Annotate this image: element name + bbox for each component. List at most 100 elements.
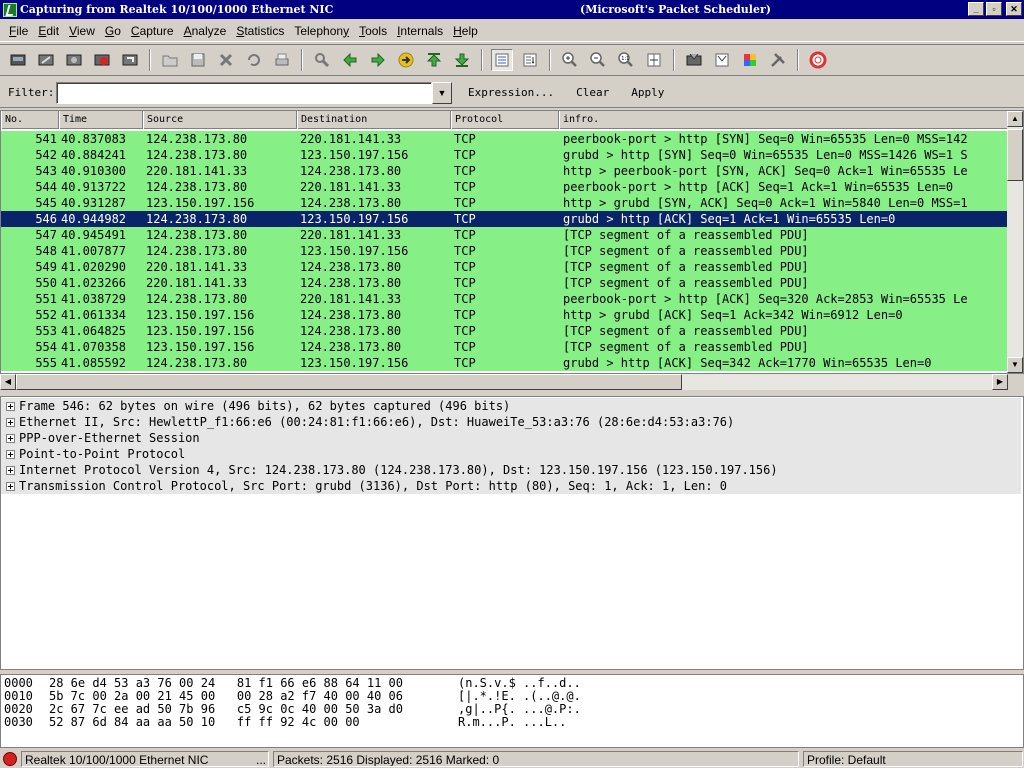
expand-plus-icon[interactable] — [6, 481, 15, 491]
clear-button[interactable]: Clear — [570, 86, 615, 99]
status-bar: Realtek 10/100/1000 Ethernet NIC... Pack… — [0, 750, 1024, 768]
menu-statistics[interactable]: Statistics — [231, 24, 289, 38]
column-header-info[interactable]: infro. — [559, 111, 1009, 129]
packet-row[interactable]: 547 40.945491 124.238.173.80 220.181.141.33… — [1, 227, 1009, 243]
packet-row[interactable]: 541 40.837083 124.238.173.80 220.181.141.33… — [1, 131, 1009, 147]
menu-edit[interactable]: Edit — [33, 24, 64, 38]
packet-list-hscrollbar[interactable]: ◀ ▶ — [0, 374, 1008, 390]
scroll-down-button[interactable]: ▼ — [1007, 357, 1023, 373]
menu-tools[interactable]: Tools — [354, 24, 392, 38]
expand-plus-icon[interactable] — [6, 401, 15, 411]
column-header-protocol[interactable]: Protocol — [451, 111, 559, 129]
packet-row[interactable]: 552 41.061334 123.150.197.156 124.238.173.8… — [1, 307, 1009, 323]
resize-columns-icon[interactable] — [643, 49, 665, 71]
status-profile[interactable]: Profile: Default — [803, 751, 1023, 767]
find-icon[interactable] — [311, 49, 333, 71]
detail-tree-item[interactable]: Ethernet II, Src: HewlettP_f1:66:e6 (00:… — [1, 414, 1021, 430]
hscroll-thumb[interactable] — [16, 374, 682, 390]
close-file-icon[interactable] — [215, 49, 237, 71]
packet-row[interactable]: 548 41.007877 124.238.173.80 123.150.197.15… — [1, 243, 1009, 259]
restart-icon[interactable] — [119, 49, 141, 71]
menu-help[interactable]: Help — [448, 24, 483, 38]
menu-capture[interactable]: Capture — [126, 24, 179, 38]
filter-input[interactable] — [56, 81, 432, 104]
start-icon[interactable] — [63, 49, 85, 71]
packet-row[interactable]: 542 40.884241 124.238.173.80 123.150.197.15… — [1, 147, 1009, 163]
save-icon[interactable] — [187, 49, 209, 71]
scroll-right-button[interactable]: ▶ — [992, 374, 1008, 390]
last-packet-icon[interactable] — [451, 49, 473, 71]
interfaces-icon[interactable] — [7, 49, 29, 71]
detail-tree-item[interactable]: Transmission Control Protocol, Src Port:… — [1, 478, 1021, 494]
display-filters-icon[interactable] — [711, 49, 733, 71]
menu-internals[interactable]: Internals — [392, 24, 448, 38]
open-icon[interactable] — [159, 49, 181, 71]
maximize-button[interactable]: ▫ — [986, 2, 1002, 16]
packet-destination: 123.150.197.156 — [300, 148, 409, 162]
zoom-normal-icon[interactable]: 1:1 — [615, 49, 637, 71]
packet-row[interactable]: 545 40.931287 123.150.197.156 124.238.173.8… — [1, 195, 1009, 211]
options-icon[interactable] — [35, 49, 57, 71]
packet-row[interactable]: 554 41.070358 123.150.197.156 124.238.173.8… — [1, 339, 1009, 355]
packet-row[interactable]: 543 40.910300 220.181.141.33 124.238.173.80… — [1, 163, 1009, 179]
menu-analyze[interactable]: Analyze — [179, 24, 232, 38]
vscroll-thumb[interactable] — [1007, 129, 1023, 181]
zoom-out-icon[interactable] — [587, 49, 609, 71]
expand-plus-icon[interactable] — [6, 449, 15, 459]
column-header-destination[interactable]: Destination — [297, 111, 451, 129]
filter-dropdown-button[interactable]: ▼ — [432, 81, 452, 104]
packet-list[interactable]: No. Time Source Destination Protocol inf… — [0, 110, 1024, 374]
packet-source: 220.181.141.33 — [146, 164, 248, 178]
packet-no: 541 — [35, 132, 57, 146]
menu-go[interactable]: Go — [100, 24, 126, 38]
menu-view[interactable]: View — [64, 24, 100, 38]
packet-row[interactable]: 550 41.023266 220.181.141.33 124.238.173.80… — [1, 275, 1009, 291]
autoscroll-icon[interactable] — [519, 49, 541, 71]
detail-tree-item[interactable]: Internet Protocol Version 4, Src: 124.23… — [1, 462, 1021, 478]
minimize-button[interactable]: _ — [968, 2, 984, 16]
reload-icon[interactable] — [243, 49, 265, 71]
packet-row[interactable]: 553 41.064825 123.150.197.156 124.238.173.8… — [1, 323, 1009, 339]
packet-row[interactable]: 555 41.085592 124.238.173.80 123.150.197.15… — [1, 355, 1009, 371]
help-icon[interactable] — [807, 49, 829, 71]
print-icon[interactable] — [271, 49, 293, 71]
packet-destination: 220.181.141.33 — [300, 228, 402, 242]
detail-tree-item[interactable]: PPP-over-Ethernet Session — [1, 430, 1021, 446]
coloring-rules-icon[interactable] — [739, 49, 761, 71]
stop-icon[interactable] — [91, 49, 113, 71]
packet-list-vscrollbar[interactable]: ▲ ▼ — [1007, 111, 1023, 373]
zoom-in-icon[interactable] — [559, 49, 581, 71]
colorize-icon[interactable] — [491, 49, 513, 71]
expand-plus-icon[interactable] — [6, 465, 15, 475]
column-header-time[interactable]: Time — [59, 111, 143, 129]
scroll-up-button[interactable]: ▲ — [1007, 111, 1023, 127]
menu-file[interactable]: File — [4, 24, 33, 38]
detail-tree-item[interactable]: Frame 546: 62 bytes on wire (496 bits), … — [1, 398, 1021, 414]
back-icon[interactable] — [339, 49, 361, 71]
packet-row[interactable]: 544 40.913722 124.238.173.80 220.181.141.33… — [1, 179, 1009, 195]
packet-row[interactable]: 549 41.020290 220.181.141.33 124.238.173.80… — [1, 259, 1009, 275]
close-window-button[interactable]: ✕ — [1006, 2, 1022, 16]
packet-protocol: TCP — [454, 340, 476, 354]
expert-info-icon[interactable] — [3, 752, 17, 766]
expand-plus-icon[interactable] — [6, 433, 15, 443]
scroll-left-button[interactable]: ◀ — [0, 374, 16, 390]
packet-time: 40.913722 — [61, 180, 127, 194]
capture-filters-icon[interactable] — [683, 49, 705, 71]
detail-tree-item[interactable]: Point-to-Point Protocol — [1, 446, 1021, 462]
column-header-no[interactable]: No. — [1, 111, 59, 129]
packet-row[interactable]: 546 40.944982 124.238.173.80 123.150.197.15… — [1, 211, 1009, 227]
preferences-icon[interactable] — [767, 49, 789, 71]
packet-source: 123.150.197.156 — [146, 196, 255, 210]
forward-icon[interactable] — [367, 49, 389, 71]
packet-info: [TCP segment of a reassembled PDU] — [563, 260, 809, 274]
goto-packet-icon[interactable] — [395, 49, 417, 71]
apply-button[interactable]: Apply — [625, 86, 670, 99]
packet-row[interactable]: 551 41.038729 124.238.173.80 220.181.141.33… — [1, 291, 1009, 307]
expand-plus-icon[interactable] — [6, 417, 15, 427]
hex-row[interactable]: 0030 52 87 6d 84 aa aa 50 10 ff ff 92 4c … — [1, 716, 1023, 729]
menu-telephony[interactable]: Telephony — [289, 24, 354, 38]
first-packet-icon[interactable] — [423, 49, 445, 71]
expression-button[interactable]: Expression... — [462, 86, 560, 99]
column-header-source[interactable]: Source — [143, 111, 297, 129]
